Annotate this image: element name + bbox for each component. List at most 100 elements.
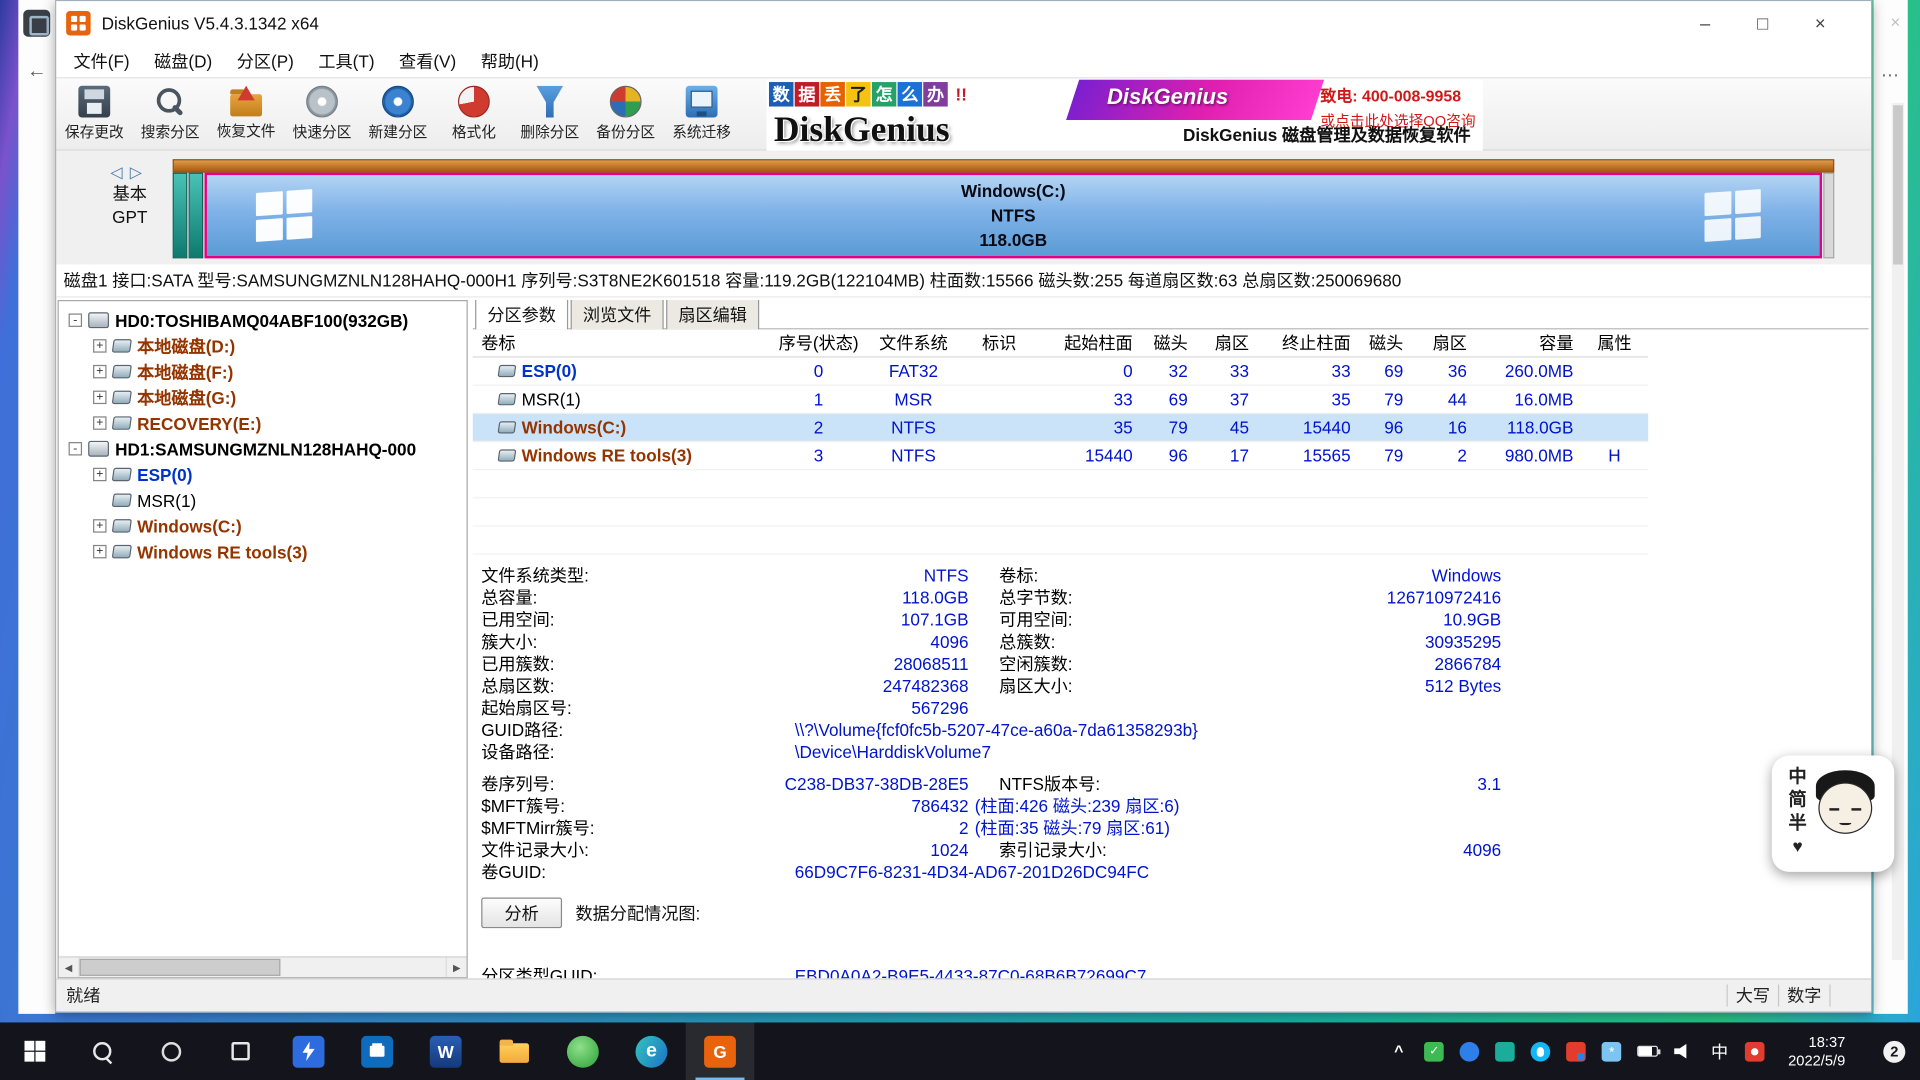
task-view-button[interactable]: [206, 1022, 275, 1080]
app-store-button[interactable]: [343, 1022, 412, 1080]
table-cell: 36: [1411, 358, 1475, 385]
ime-floating-widget[interactable]: 中 简 半 ♥: [1772, 756, 1894, 872]
app-diskgenius-button[interactable]: [686, 1022, 755, 1080]
tree-expand-icon[interactable]: -: [69, 313, 82, 326]
background-app-icon: [23, 10, 50, 37]
tray-speaker-icon[interactable]: [1674, 1043, 1694, 1059]
scroll-right-icon[interactable]: ▶: [446, 958, 467, 978]
tray-battery-icon[interactable]: [1637, 1046, 1658, 1057]
start-button[interactable]: [0, 1022, 69, 1080]
maximize-button[interactable]: □: [1734, 1, 1792, 45]
ad-banner[interactable]: 数据丢了怎么办!! DiskGenius DiskGenius 致电: 400-…: [767, 80, 1483, 151]
tree-item[interactable]: +本地磁盘(G:): [59, 384, 467, 410]
scroll-left-icon[interactable]: ◀: [59, 958, 80, 978]
app-word-button[interactable]: [411, 1022, 480, 1080]
tree-expand-icon[interactable]: +: [93, 468, 106, 481]
tree-expand-icon[interactable]: +: [93, 545, 106, 558]
disk-type-basic: 基本: [91, 182, 169, 205]
app-store-icon: [361, 1035, 393, 1067]
tree-expand-icon[interactable]: +: [93, 391, 106, 404]
table-row[interactable]: Windows RE tools(3)3NTFS1544096171556579…: [473, 442, 1649, 470]
taskbar-clock[interactable]: 18:37 2022/5/9: [1788, 1033, 1845, 1070]
browser-more-icon[interactable]: ⋯: [1881, 64, 1899, 86]
analyze-button[interactable]: 分析: [481, 898, 562, 929]
tree-item[interactable]: +ESP(0): [59, 462, 467, 488]
scrollbar-thumb[interactable]: [80, 959, 281, 976]
menu-item-help[interactable]: 帮助(H): [468, 45, 551, 77]
menu-item-disk[interactable]: 磁盘(D): [142, 45, 225, 77]
tab-sector-edit[interactable]: 扇区编辑: [666, 300, 759, 329]
tree-item[interactable]: +RECOVERY(E:): [59, 410, 467, 436]
delete-partition-icon: [534, 86, 566, 118]
save-changes-button[interactable]: 保存更改: [56, 78, 132, 149]
tree-item[interactable]: -HD0:TOSHIBAMQ04ABF100(932GB): [59, 307, 467, 333]
header-cell: 标识: [962, 329, 1035, 356]
menu-item-tools[interactable]: 工具(T): [306, 45, 387, 77]
disk-graph-area: ◁▷ 基本 GPT Windows(C:) NTFS 118.0GB: [56, 151, 1871, 265]
ime-indicator[interactable]: 中: [1710, 1041, 1730, 1061]
table-row[interactable]: MSR(1)1MSR33693735794416.0MB: [473, 386, 1649, 414]
ad-logo-text: DiskGenius: [774, 110, 950, 150]
tree-expand-icon[interactable]: -: [69, 442, 82, 455]
table-row[interactable]: ESP(0)0FAT3203233336936260.0MB: [473, 358, 1649, 386]
notification-badge[interactable]: 2: [1883, 1040, 1905, 1062]
tree-item[interactable]: +本地磁盘(D:): [59, 333, 467, 359]
backup-partition-button[interactable]: 备份分区: [588, 78, 664, 149]
app-green-button[interactable]: [549, 1022, 618, 1080]
minimize-button[interactable]: –: [1676, 1, 1734, 45]
partition-block-windows-c[interactable]: Windows(C:) NTFS 118.0GB: [204, 173, 1822, 259]
tree-item[interactable]: +Windows(C:): [59, 513, 467, 539]
widget-line1: 中: [1787, 765, 1809, 788]
tree-item[interactable]: MSR(1): [59, 487, 467, 513]
recover-files-button[interactable]: 恢复文件: [208, 78, 284, 149]
tree-expand-icon[interactable]: +: [93, 365, 106, 378]
save-changes-icon: [78, 86, 110, 118]
quick-partition-button[interactable]: 快速分区: [284, 78, 360, 149]
app-edge-button[interactable]: [617, 1022, 686, 1080]
new-partition-button[interactable]: 新建分区: [360, 78, 436, 149]
disk-next-icon[interactable]: ▷: [130, 163, 150, 181]
scrollbar-track[interactable]: [80, 958, 446, 978]
partition-slice-esp[interactable]: [173, 173, 188, 259]
partition-icon: [112, 493, 132, 506]
search-partition-button[interactable]: 搜索分区: [132, 78, 208, 149]
table-row[interactable]: Windows(C:)2NTFS357945154409616118.0GB: [473, 414, 1649, 442]
system-migrate-button[interactable]: 系统迁移: [664, 78, 740, 149]
tray-red-pair-icon[interactable]: [1566, 1041, 1586, 1061]
tray-circle-blue-icon[interactable]: [1460, 1041, 1480, 1061]
close-button[interactable]: ×: [1791, 1, 1849, 45]
table-cell: 79: [1140, 414, 1195, 441]
tray-snowflake-icon[interactable]: [1602, 1041, 1622, 1061]
cortana-button[interactable]: [137, 1022, 206, 1080]
tray-chevron-icon[interactable]: ^: [1389, 1041, 1409, 1061]
tree-expand-icon[interactable]: +: [93, 339, 106, 352]
tab-partition-params[interactable]: 分区参数: [475, 300, 568, 329]
partition-slice-msr[interactable]: [189, 173, 204, 259]
app-lightning-button[interactable]: [274, 1022, 343, 1080]
tray-square-teal-icon[interactable]: [1495, 1041, 1515, 1061]
browser-close-icon[interactable]: ×: [1890, 12, 1900, 32]
tree-item[interactable]: +本地磁盘(F:): [59, 359, 467, 385]
menu-item-file[interactable]: 文件(F): [61, 45, 142, 77]
format-button[interactable]: 格式化: [436, 78, 512, 149]
disk-header-strip[interactable]: [173, 159, 1835, 172]
browser-back-icon[interactable]: ←: [27, 61, 47, 83]
menu-item-partition[interactable]: 分区(P): [224, 45, 306, 77]
app-explorer-button[interactable]: [480, 1022, 549, 1080]
tree-horizontal-scrollbar[interactable]: ◀ ▶: [59, 956, 467, 977]
tab-browse-files[interactable]: 浏览文件: [571, 300, 664, 329]
detail-value: \Device\HarddiskVolume7: [795, 741, 991, 763]
tray-shield-icon[interactable]: [1424, 1041, 1444, 1061]
detail-value: 107.1GB: [718, 609, 969, 631]
tree-item[interactable]: -HD1:SAMSUNGMZNLN128HAHQ-000: [59, 436, 467, 462]
tray-red-app-icon[interactable]: [1745, 1041, 1765, 1061]
delete-partition-button[interactable]: 删除分区: [512, 78, 588, 149]
partition-slice-free[interactable]: [1823, 173, 1834, 259]
tray-qq-icon[interactable]: [1531, 1041, 1551, 1061]
tree-expand-icon[interactable]: +: [93, 416, 106, 429]
tree-expand-icon[interactable]: +: [93, 519, 106, 532]
tree-item[interactable]: +Windows RE tools(3): [59, 539, 467, 565]
search-button[interactable]: [69, 1022, 138, 1080]
menu-item-view[interactable]: 查看(V): [387, 45, 469, 77]
disk-prev-icon[interactable]: ◁: [110, 163, 130, 181]
